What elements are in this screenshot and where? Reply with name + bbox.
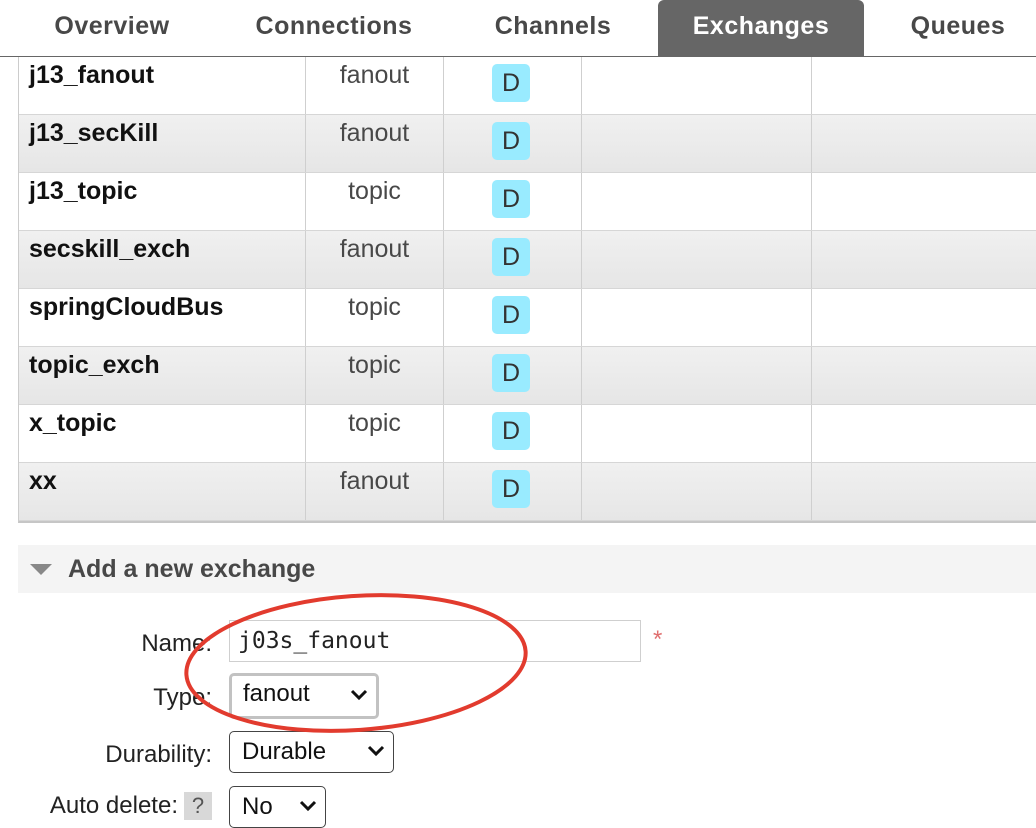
table-row: secskill_exch fanout D	[19, 231, 1036, 289]
durable-badge: D	[492, 470, 530, 508]
chevron-down-icon	[367, 732, 385, 757]
message-rate-out	[812, 173, 1036, 230]
exchange-type: fanout	[306, 231, 444, 288]
exchange-type: topic	[306, 173, 444, 230]
features-cell: D	[444, 57, 582, 114]
auto-delete-select[interactable]: No	[229, 786, 326, 828]
message-rate-in	[582, 405, 812, 462]
exchange-type: fanout	[306, 463, 444, 520]
message-rate-out	[812, 57, 1036, 114]
durable-badge: D	[492, 64, 530, 102]
features-cell: D	[444, 173, 582, 230]
durable-badge: D	[492, 180, 530, 218]
tab-queues[interactable]: Queues	[894, 0, 1022, 56]
exchange-name-link[interactable]: topic_exch	[19, 347, 306, 404]
message-rate-out	[812, 405, 1036, 462]
tab-connections[interactable]: Connections	[234, 0, 434, 56]
message-rate-in	[582, 115, 812, 172]
message-rate-in	[582, 289, 812, 346]
message-rate-in	[582, 347, 812, 404]
chevron-down-icon	[350, 676, 368, 701]
name-label: Name:	[141, 630, 212, 657]
type-select-value: fanout	[243, 680, 310, 707]
message-rate-out	[812, 347, 1036, 404]
collapse-triangle-icon	[30, 564, 52, 575]
durable-badge: D	[492, 296, 530, 334]
exchange-name-link[interactable]: j13_fanout	[19, 57, 306, 114]
exchange-type: topic	[306, 347, 444, 404]
durability-select-value: Durable	[242, 738, 327, 765]
table-row: j13_fanout fanout D	[19, 57, 1036, 115]
table-row: springCloudBus topic D	[19, 289, 1036, 347]
table-row: j13_secKill fanout D	[19, 115, 1036, 173]
message-rate-in	[582, 57, 812, 114]
message-rate-out	[812, 289, 1036, 346]
message-rate-in	[582, 173, 812, 230]
exchanges-table: j13_fanout fanout D j13_secKill fanout D…	[18, 57, 1036, 523]
features-cell: D	[444, 115, 582, 172]
message-rate-out	[812, 115, 1036, 172]
durability-label: Durability:	[105, 741, 212, 768]
help-icon[interactable]: ?	[184, 792, 212, 820]
message-rate-out	[812, 463, 1036, 520]
table-row: topic_exch topic D	[19, 347, 1036, 405]
durable-badge: D	[492, 122, 530, 160]
exchange-name-link[interactable]: springCloudBus	[19, 289, 306, 346]
features-cell: D	[444, 347, 582, 404]
exchange-name-link[interactable]: j13_secKill	[19, 115, 306, 172]
tab-exchanges[interactable]: Exchanges	[658, 0, 864, 57]
durable-badge: D	[492, 238, 530, 276]
chevron-down-icon	[299, 787, 317, 812]
exchange-name-input[interactable]	[229, 620, 641, 662]
add-exchange-toggle[interactable]: Add a new exchange	[18, 545, 1036, 593]
exchange-type: fanout	[306, 115, 444, 172]
exchange-type: topic	[306, 289, 444, 346]
exchange-name-link[interactable]: j13_topic	[19, 173, 306, 230]
table-row: xx fanout D	[19, 463, 1036, 521]
nav-tabs: Overview Connections Channels Exchanges …	[0, 0, 1036, 57]
features-cell: D	[444, 405, 582, 462]
message-rate-in	[582, 463, 812, 520]
auto-delete-select-value: No	[242, 793, 273, 820]
features-cell: D	[444, 463, 582, 520]
section-title: Add a new exchange	[68, 555, 316, 583]
features-cell: D	[444, 231, 582, 288]
durable-badge: D	[492, 354, 530, 392]
type-select[interactable]: fanout	[229, 673, 379, 719]
type-label: Type:	[153, 684, 212, 711]
durable-badge: D	[492, 412, 530, 450]
tab-channels[interactable]: Channels	[474, 0, 632, 56]
exchange-type: topic	[306, 405, 444, 462]
table-row: j13_topic topic D	[19, 173, 1036, 231]
exchange-type: fanout	[306, 57, 444, 114]
exchange-name-link[interactable]: xx	[19, 463, 306, 520]
message-rate-in	[582, 231, 812, 288]
table-row: x_topic topic D	[19, 405, 1036, 463]
exchange-name-link[interactable]: x_topic	[19, 405, 306, 462]
tab-overview[interactable]: Overview	[30, 0, 194, 56]
auto-delete-label: Auto delete:	[49, 792, 178, 819]
exchange-name-link[interactable]: secskill_exch	[19, 231, 306, 288]
message-rate-out	[812, 231, 1036, 288]
durability-select[interactable]: Durable	[229, 731, 394, 773]
required-mark: *	[653, 626, 663, 653]
features-cell: D	[444, 289, 582, 346]
